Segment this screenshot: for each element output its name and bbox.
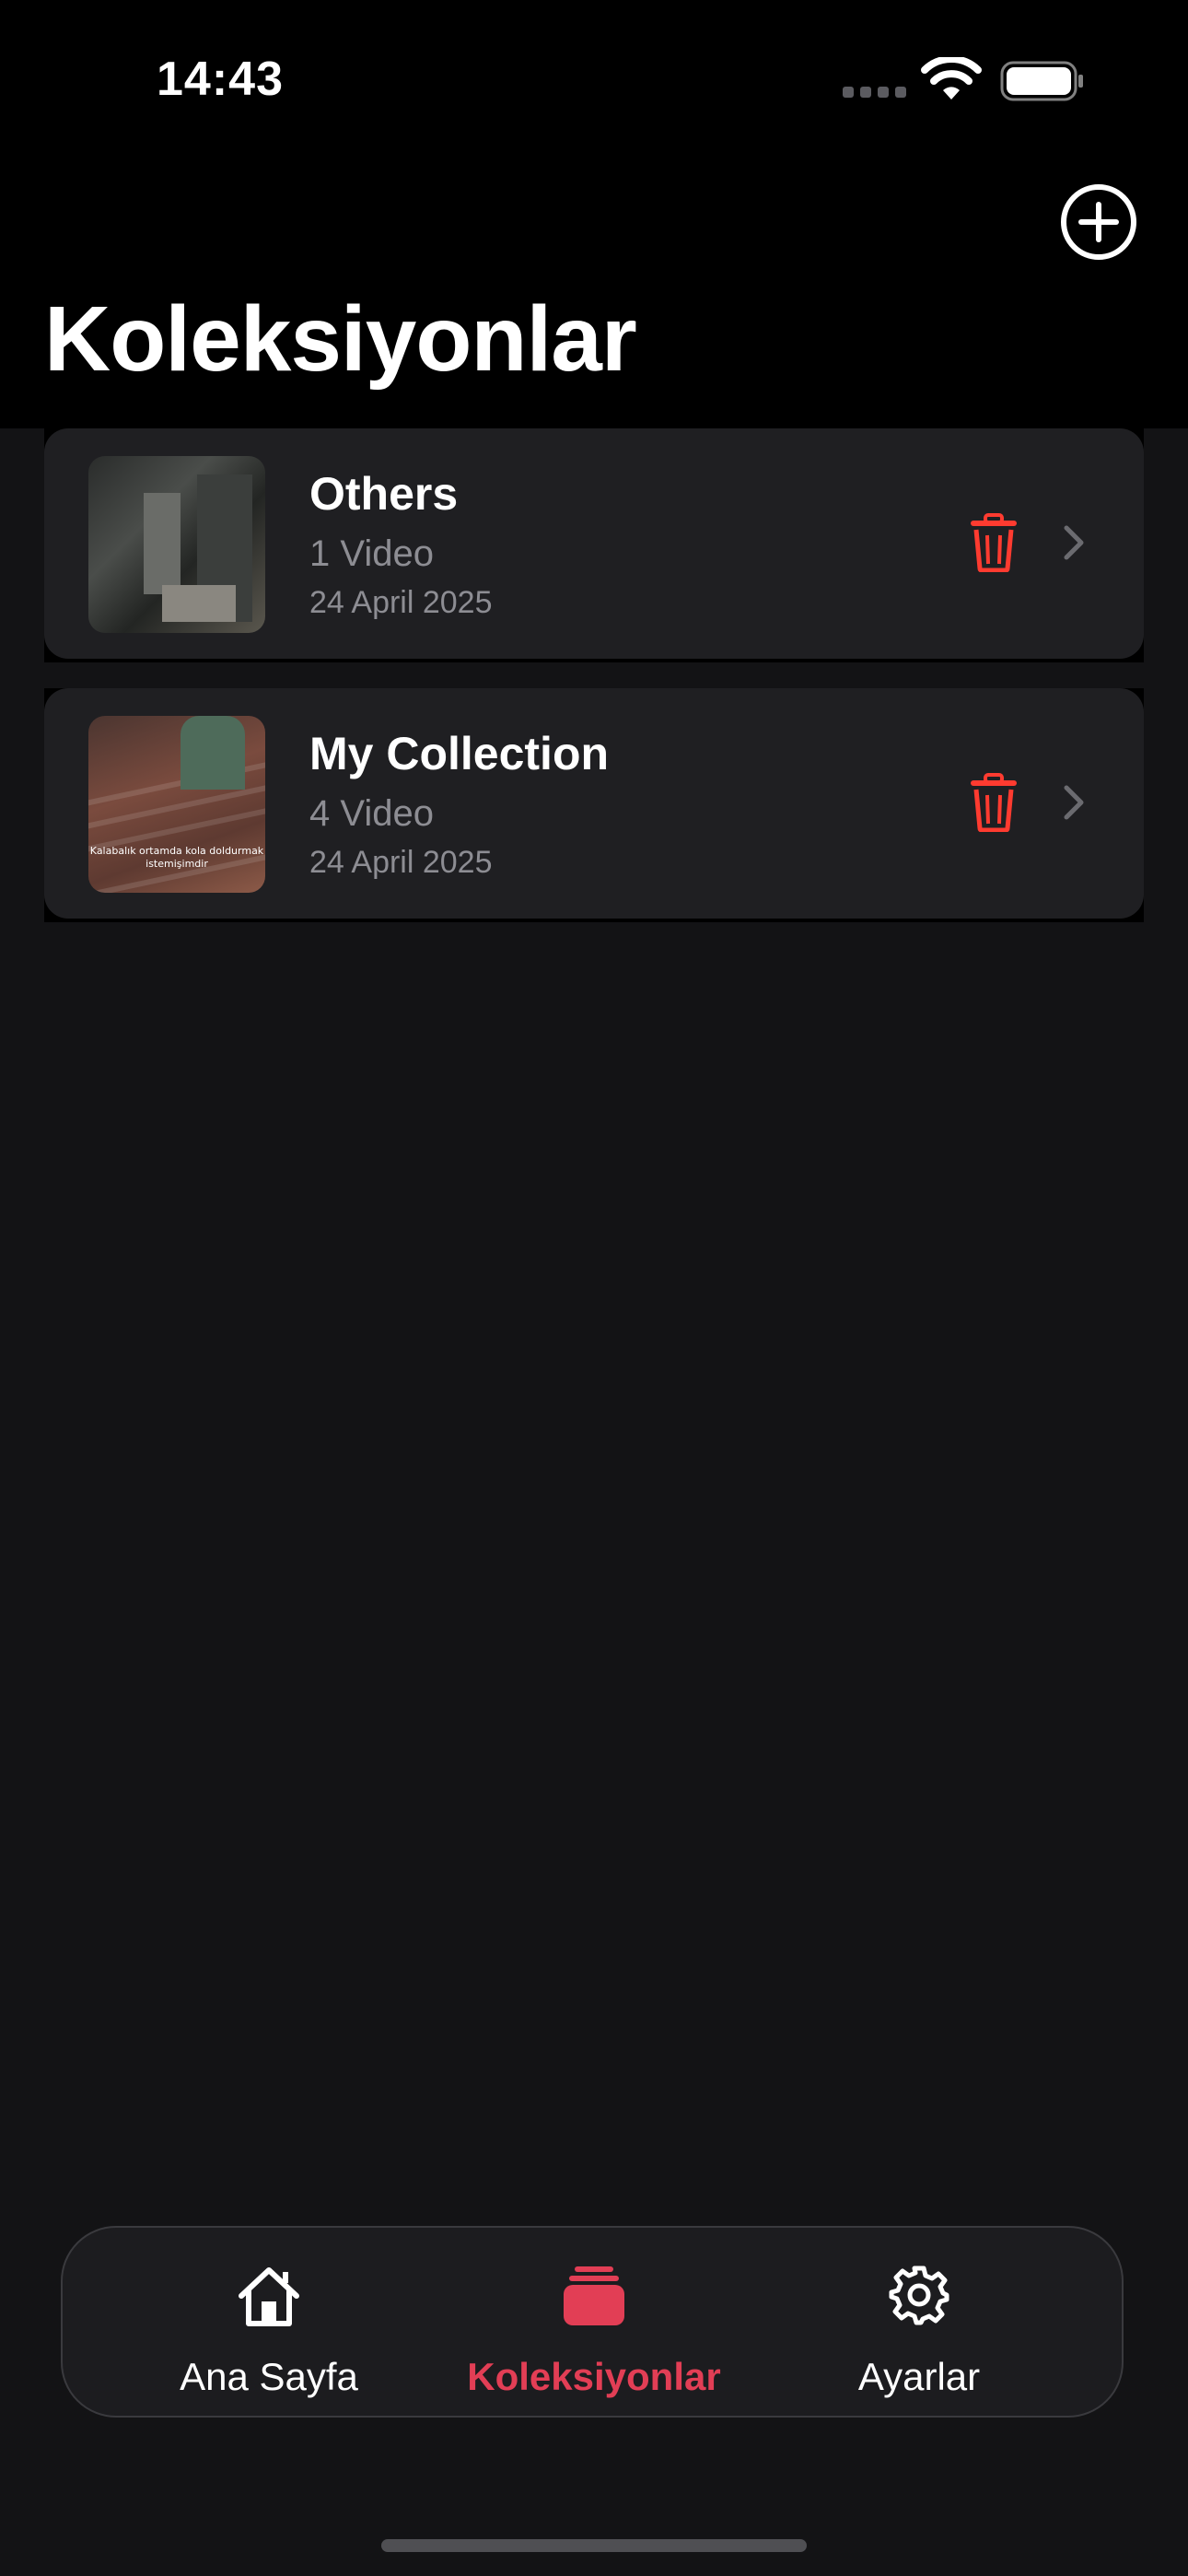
home-indicator[interactable]	[381, 2539, 807, 2552]
collection-card-my-collection[interactable]: Kalabalık ortamda kola doldurmak istemiş…	[44, 688, 1144, 919]
stack-icon	[564, 2266, 624, 2325]
collection-name: Others	[309, 468, 459, 520]
tab-bar: Ana Sayfa Koleksiyonlar Ayarlar	[61, 2226, 1124, 2418]
list-item: Others 1 Video 24 April 2025	[44, 428, 1144, 662]
chevron-right-icon	[1064, 525, 1084, 560]
trash-icon[interactable]	[969, 773, 1019, 832]
status-bar: 14:43	[0, 0, 1188, 157]
collection-name: My Collection	[309, 728, 610, 779]
battery-icon	[1000, 61, 1083, 101]
list-item: Kalabalık ortamda kola doldurmak istemiş…	[44, 688, 1144, 922]
collection-video-count: 4 Video	[309, 793, 434, 834]
house-icon	[239, 2267, 299, 2326]
page-title: Koleksiyonlar	[44, 287, 637, 391]
collections-list: Others 1 Video 24 April 2025 Kalabalık o…	[44, 428, 1144, 948]
tab-label: Ayarlar	[857, 2355, 981, 2398]
cellular-signal-icon	[843, 87, 906, 98]
status-time: 14:43	[157, 53, 284, 106]
collection-card-others[interactable]: Others 1 Video 24 April 2025	[44, 428, 1144, 659]
wifi-icon	[921, 57, 982, 100]
tab-koleksiyonlar[interactable]: Koleksiyonlar	[428, 2228, 760, 2419]
plus-circle-icon[interactable]	[1059, 182, 1138, 262]
tab-label: Ana Sayfa	[180, 2355, 358, 2398]
collections-screen: 14:43 Koleksiyonlar Others 1 Video 24 Ap…	[0, 0, 1188, 2576]
thumbnail-caption: Kalabalık ortamda kola doldurmak istemiş…	[89, 845, 264, 870]
trash-icon[interactable]	[969, 513, 1019, 572]
collection-date: 24 April 2025	[309, 585, 493, 620]
gear-icon	[889, 2266, 949, 2325]
tab-ana-sayfa[interactable]: Ana Sayfa	[103, 2228, 435, 2419]
collection-thumbnail	[88, 456, 265, 633]
collection-video-count: 1 Video	[309, 533, 434, 574]
chevron-right-icon	[1064, 785, 1084, 820]
collection-thumbnail: Kalabalık ortamda kola doldurmak istemiş…	[88, 716, 265, 893]
tab-label: Koleksiyonlar	[467, 2355, 721, 2398]
tab-ayarlar[interactable]: Ayarlar	[753, 2228, 1085, 2419]
collection-date: 24 April 2025	[309, 845, 493, 880]
